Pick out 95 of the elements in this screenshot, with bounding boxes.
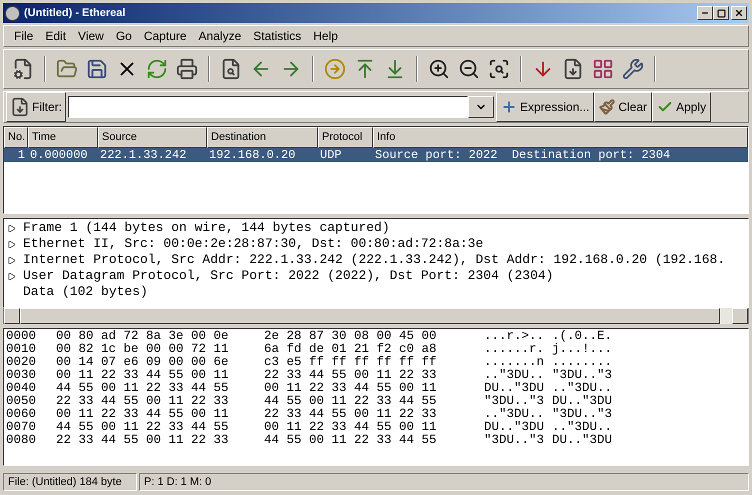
packet-row[interactable]: 1 0.000000 222.1.33.242 192.168.0.20 UDP Source port: 2022 Destination port: 2304 [4, 148, 748, 162]
ascii-bytes: "3DU.."3 [552, 408, 614, 421]
maximize-button[interactable] [713, 6, 729, 20]
detail-line[interactable]: Frame 1 (144 bytes on wire, 144 bytes captured) [23, 220, 390, 236]
hex-bytes: c3 e5 ff ff ff ff ff ff [264, 356, 438, 369]
hex-bytes: 44 55 00 11 22 33 44 55 [264, 434, 438, 447]
filter-action-button[interactable]: Expression... [496, 92, 594, 122]
hex-offset: 0070 [6, 421, 38, 434]
detail-line[interactable]: User Datagram Protocol, Src Port: 2022 (2022), Dst Port: 2304 (2304) [23, 268, 554, 284]
hex-bytes: 00 11 22 33 44 55 00 11 [264, 382, 438, 395]
hex-bytes: 22 33 44 55 00 11 22 33 [56, 434, 230, 447]
ascii-bytes: DU.."3DU [552, 395, 614, 408]
ascii-bytes: DU.."3DU [484, 382, 546, 395]
menu-item[interactable]: Capture [138, 27, 193, 45]
ascii-bytes: "3DU.."3 [484, 395, 546, 408]
menu-item[interactable]: Go [110, 27, 138, 45]
maximize-icon [716, 8, 726, 18]
ascii-bytes: .."3DU.. [484, 408, 546, 421]
hex-bytes: 00 14 07 e6 09 00 00 6e [56, 356, 230, 369]
menu-item[interactable]: File [8, 27, 40, 45]
ascii-bytes: .(.0..E. [552, 330, 614, 343]
menu-item[interactable]: View [72, 27, 110, 45]
column-header[interactable]: Time [28, 127, 98, 148]
hex-bytes: 2e 28 87 30 08 00 45 00 [264, 330, 438, 343]
ascii-bytes: "3DU.."3 [552, 369, 614, 382]
ascii-bytes: .......n [484, 356, 546, 369]
hex-bytes: 44 55 00 11 22 33 44 55 [264, 395, 438, 408]
expander-icon[interactable] [7, 224, 16, 232]
filter-input[interactable] [68, 96, 468, 118]
packet-cell-text: 192.168.0.20 [208, 148, 296, 162]
hex-bytes: 00 11 22 33 44 55 00 11 [56, 408, 230, 421]
ascii-bytes: DU.."3DU [484, 421, 546, 434]
hex-offset: 0010 [6, 343, 38, 356]
paintbrush-icon [599, 99, 616, 115]
close-icon [734, 8, 744, 18]
hex-offset: 0060 [6, 408, 38, 421]
window-title: (Untitled) - Ethereal [24, 6, 126, 21]
packet-cell-text: 0.000000 [29, 148, 89, 162]
ascii-bytes: .."3DU.. [552, 421, 614, 434]
menu-item[interactable]: Help [307, 27, 344, 45]
hex-offset: 0040 [6, 382, 38, 395]
filter-action-button[interactable]: Clear [594, 92, 652, 122]
hex-bytes: 00 11 22 33 44 55 00 11 [56, 369, 230, 382]
hex-bytes: 00 82 1c be 00 00 72 11 [56, 343, 230, 356]
column-header[interactable]: Destination [207, 127, 318, 148]
ascii-bytes: "3DU.."3 [484, 434, 546, 447]
minimize-button[interactable] [697, 6, 713, 20]
ascii-bytes: .."3DU.. [484, 369, 546, 382]
menu-item[interactable]: Analyze [192, 27, 248, 45]
scroll-right-button[interactable] [732, 308, 748, 324]
column-header[interactable]: Protocol [318, 127, 373, 148]
scroll-left-button[interactable] [4, 308, 20, 324]
column-header[interactable]: Source [98, 127, 207, 148]
expander-icon[interactable] [7, 240, 16, 248]
expander-icon[interactable] [7, 256, 16, 264]
status-field: P: 1 D: 1 M: 0 [139, 473, 749, 491]
hex-bytes: 44 55 00 11 22 33 44 55 [56, 382, 230, 395]
ascii-bytes: j...!... [552, 343, 614, 356]
filter-action-button[interactable]: Apply [652, 92, 712, 122]
close-button[interactable] [731, 6, 747, 20]
hex-bytes: 22 33 44 55 00 11 22 33 [264, 408, 438, 421]
ascii-bytes: ......r. [484, 343, 546, 356]
menu-item[interactable]: Edit [39, 27, 72, 45]
hex-bytes: 00 80 ad 72 8a 3e 00 0e [56, 330, 230, 343]
filter-button[interactable]: Filter: [6, 92, 66, 122]
column-header[interactable]: No. [4, 127, 28, 148]
hex-bytes: 6a fd de 01 21 f2 c0 a8 [264, 343, 438, 356]
packet-cell-text: 1 [16, 148, 26, 162]
detail-line[interactable]: Ethernet II, Src: 00:0e:2e:28:87:30, Dst: 00:80:ad:72:8a:3e [23, 236, 484, 252]
dropdown-button[interactable] [468, 96, 494, 118]
ascii-bytes: ...r.>.. [484, 330, 546, 343]
hex-offset: 0020 [6, 356, 38, 369]
hex-bytes: 22 33 44 55 00 11 22 33 [264, 369, 438, 382]
detail-line[interactable]: Data (102 bytes) [23, 284, 148, 300]
hex-offset: 0000 [6, 330, 38, 343]
hex-bytes: 22 33 44 55 00 11 22 33 [56, 395, 230, 408]
packet-cell-text: 222.1.33.242 [99, 148, 188, 162]
detail-line[interactable]: Internet Protocol, Src Addr: 222.1.33.242 (222.1.33.242), Dst Addr: 192.168.0.20 (192.168. [23, 252, 726, 268]
hex-bytes: 00 11 22 33 44 55 00 11 [264, 421, 438, 434]
app-icon [5, 6, 20, 20]
expander-icon[interactable] [7, 272, 16, 280]
plus-icon [501, 99, 517, 115]
hex-offset: 0080 [6, 434, 38, 447]
packet-cell-text: UDP [319, 148, 343, 162]
ascii-bytes: .."3DU.. [552, 382, 614, 395]
hex-bytes: 44 55 00 11 22 33 44 55 [56, 421, 230, 434]
hex-offset: 0030 [6, 369, 38, 382]
file-down-icon [10, 97, 30, 117]
status-field: File: (Untitled) 184 byte [3, 473, 137, 491]
hex-offset: 0050 [6, 395, 38, 408]
packet-cell-text: Source port: 2022 Destination port: 2304 [374, 148, 672, 162]
menu-item[interactable]: Statistics [247, 27, 308, 45]
ascii-bytes: DU.."3DU [552, 434, 614, 447]
ascii-bytes: ........ [552, 356, 614, 369]
column-header[interactable]: Info [373, 127, 748, 148]
